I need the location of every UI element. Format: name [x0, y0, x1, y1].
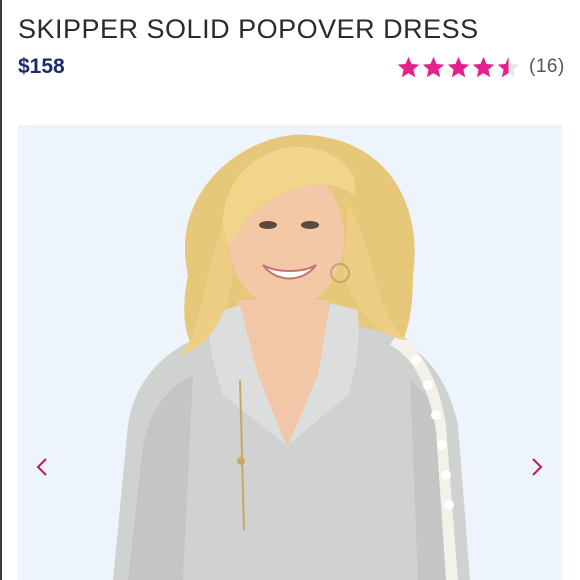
- rating-stars: [396, 55, 521, 80]
- gallery-next-button[interactable]: [527, 455, 547, 479]
- product-title: SKIPPER SOLID POPOVER DRESS: [18, 14, 479, 44]
- star-full-icon: [421, 55, 446, 80]
- review-count[interactable]: (16): [529, 56, 565, 78]
- product-rating[interactable]: (16): [396, 54, 565, 80]
- star-half-icon: [496, 55, 521, 80]
- left-edge-divider: [0, 0, 2, 580]
- product-photo: [18, 125, 562, 580]
- chevron-right-icon: [531, 457, 543, 477]
- gallery-prev-button[interactable]: [32, 455, 52, 479]
- star-full-icon: [396, 55, 421, 80]
- star-full-icon: [471, 55, 496, 80]
- product-image-gallery[interactable]: [18, 125, 562, 580]
- product-price: $158: [18, 55, 65, 78]
- star-full-icon: [446, 55, 471, 80]
- chevron-left-icon: [36, 457, 48, 477]
